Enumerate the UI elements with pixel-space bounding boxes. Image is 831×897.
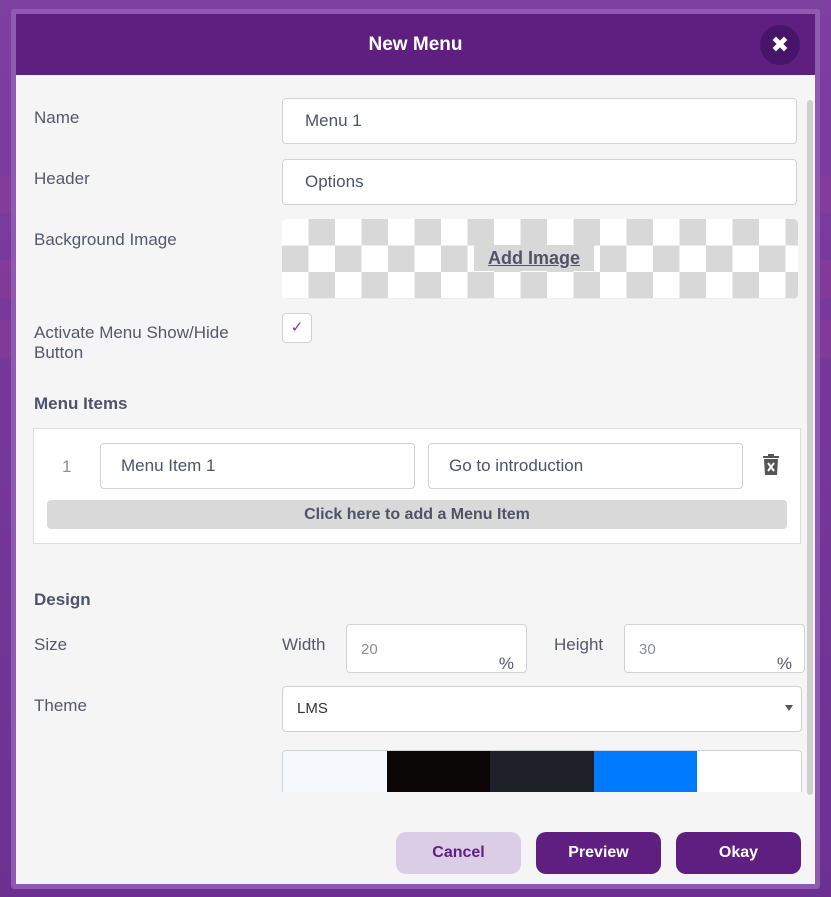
name-input[interactable]: Menu 1	[282, 98, 797, 144]
theme-swatch	[593, 751, 698, 792]
menu-item-label-input[interactable]: Menu Item 1	[100, 443, 415, 489]
delete-menu-item-button[interactable]	[761, 454, 781, 481]
menu-item-number: 1	[62, 457, 72, 476]
name-label: Name	[34, 108, 80, 127]
new-menu-dialog: New Menu ✖ Name Menu 1 Header Options Ba…	[11, 9, 820, 889]
close-icon: ✖	[770, 32, 790, 57]
width-unit: %	[498, 654, 514, 673]
close-button[interactable]: ✖	[760, 25, 800, 65]
background-image-label: Background Image	[34, 230, 177, 249]
dialog-title: New Menu	[368, 34, 463, 55]
header-input[interactable]: Options	[282, 159, 797, 205]
theme-swatch	[283, 751, 387, 792]
theme-label: Theme	[34, 696, 87, 715]
add-image-link[interactable]: Add Image	[474, 245, 594, 271]
menu-items-title: Menu Items	[34, 394, 128, 413]
menu-item-action-select[interactable]: Go to introduction	[428, 443, 743, 489]
okay-button[interactable]: Okay	[676, 832, 801, 874]
activate-show-hide-checkbox[interactable]: ✓	[282, 313, 312, 343]
height-value: 30	[639, 641, 656, 658]
design-title: Design	[34, 590, 91, 609]
theme-select[interactable]: LMS	[282, 686, 802, 732]
scrollbar[interactable]	[807, 100, 813, 795]
theme-swatch	[490, 751, 594, 792]
width-value: 20	[361, 641, 378, 658]
width-label: Width	[282, 635, 326, 654]
size-label: Size	[34, 635, 68, 654]
preview-button[interactable]: Preview	[536, 832, 661, 874]
height-input[interactable]: 30 %	[624, 624, 805, 673]
activate-show-hide-label: Activate Menu Show/Hide Button	[34, 323, 229, 362]
theme-color-swatches	[282, 750, 802, 792]
add-menu-item-button[interactable]: Click here to add a Menu Item	[47, 500, 787, 529]
dropdown-arrow-icon	[785, 705, 793, 711]
dialog-header: New Menu ✖	[16, 14, 815, 75]
background-image-picker[interactable]: Add Image	[282, 219, 798, 299]
width-input[interactable]: 20 %	[346, 624, 527, 673]
trash-icon	[763, 454, 779, 475]
checkmark-icon: ✓	[290, 319, 304, 336]
theme-value: LMS	[297, 700, 328, 717]
theme-swatch	[386, 751, 491, 792]
theme-swatch	[697, 751, 801, 792]
height-label: Height	[554, 635, 604, 654]
menu-items-list: 1 Menu Item 1 Go to introduction Click h…	[33, 428, 801, 544]
header-label: Header	[34, 169, 90, 188]
cancel-button[interactable]: Cancel	[396, 832, 521, 874]
height-unit: %	[776, 654, 792, 673]
